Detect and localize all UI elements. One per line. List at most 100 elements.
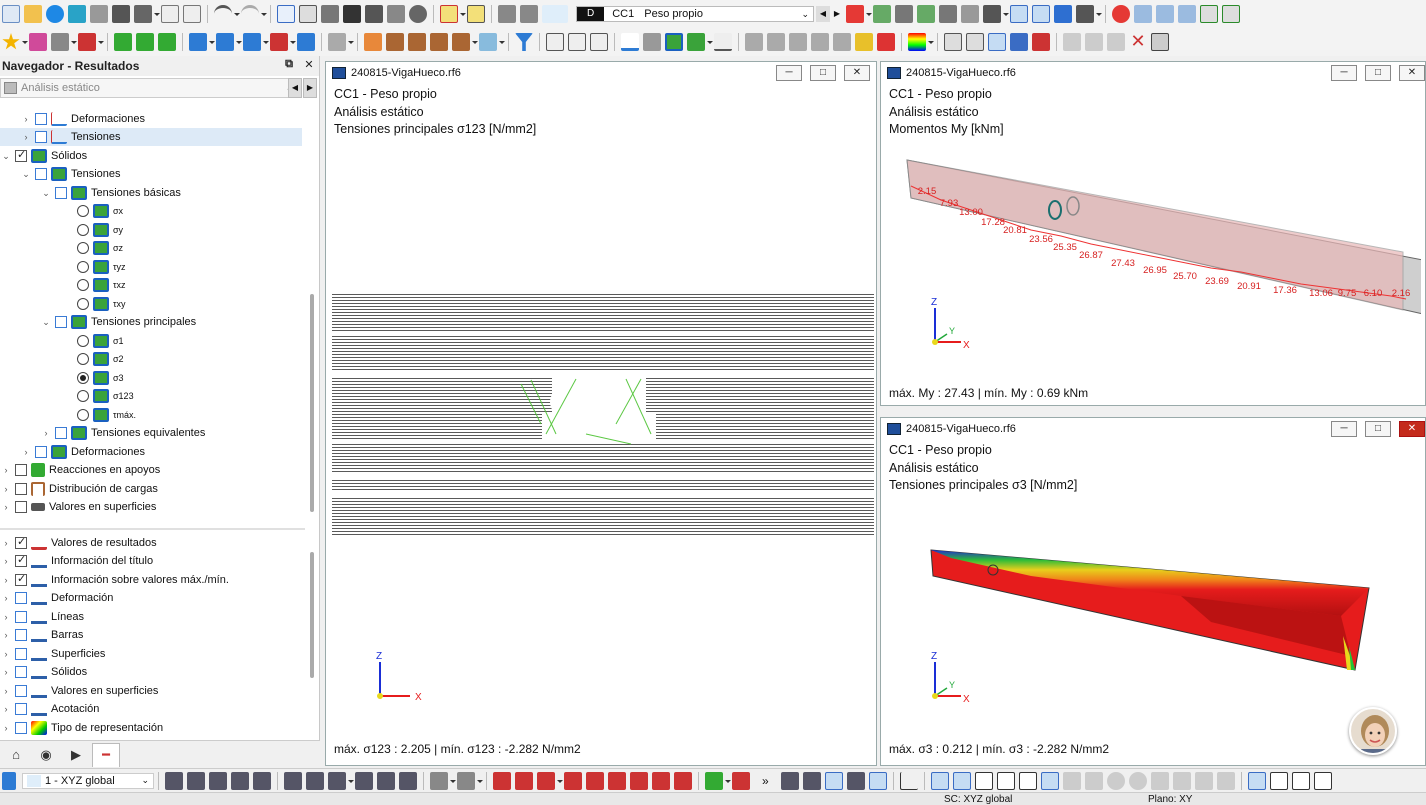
data-tab-icon[interactable]: ⌂ [2, 743, 30, 767]
mesh-icon[interactable] [944, 33, 962, 51]
frame-icon[interactable] [386, 33, 404, 51]
close-button[interactable]: ✕ [1399, 421, 1425, 437]
osnap-3-icon[interactable] [974, 771, 993, 790]
view-combo[interactable]: 1 - XYZ global ⌄ [22, 772, 154, 789]
load-6-icon[interactable] [328, 33, 346, 51]
view-window-s123[interactable]: 240815-VigaHueco.rf6 ─ □ ✕ CC1 - Peso pr… [325, 61, 877, 766]
xyz-icon[interactable] [895, 5, 913, 23]
display-item-valores-resultados[interactable]: › Valores de resultados [0, 534, 157, 552]
line-5-icon[interactable] [586, 771, 604, 790]
values-icon[interactable] [467, 5, 485, 23]
view-window-s3[interactable]: 240815-VigaHueco.rf6 ─ □ ✕ CC1 - Peso pr… [880, 417, 1426, 766]
osnap-8-icon[interactable] [1084, 771, 1103, 790]
display-item-solidos[interactable]: › Sólidos [0, 663, 87, 681]
result-4-icon[interactable] [811, 33, 829, 51]
tree-item-deformaciones[interactable]: › Deformaciones [0, 110, 145, 128]
checkbox[interactable] [15, 685, 27, 697]
views-tab-icon[interactable]: ▶ [62, 743, 90, 767]
chevron-right-icon[interactable]: › [40, 428, 52, 438]
undo-icon[interactable] [214, 5, 232, 23]
tree-item-tensiones-equivalentes[interactable]: › Tensiones equivalentes [0, 424, 205, 442]
grid-view-icon[interactable] [299, 5, 317, 23]
analysis-combo[interactable]: Análisis estático ⌄ [0, 78, 300, 98]
cube-front-icon[interactable] [1156, 5, 1174, 23]
tree-item-s2[interactable]: σ2 [0, 350, 124, 368]
results-icon[interactable] [387, 5, 405, 23]
chevron-down-icon[interactable]: ⌄ [797, 9, 813, 20]
document-icon[interactable] [183, 5, 201, 23]
tree-item-sx[interactable]: σx [0, 202, 123, 220]
deformation-icon[interactable] [621, 33, 639, 51]
grid-5-icon[interactable] [868, 771, 887, 790]
result-7-icon[interactable] [877, 33, 895, 51]
stress-icon[interactable] [873, 5, 891, 23]
draw-1-icon[interactable] [430, 771, 448, 790]
x-icon[interactable]: ✕ [1129, 32, 1147, 51]
line-1-icon[interactable] [493, 771, 511, 790]
snap-6-icon[interactable] [284, 771, 302, 790]
snap-8-icon[interactable] [328, 771, 346, 790]
osnap-10-icon[interactable] [1128, 771, 1147, 790]
tree-item-tensiones-basicas[interactable]: ⌄ Tensiones básicas [0, 184, 181, 202]
model-icon[interactable] [68, 5, 86, 23]
open-folder-icon[interactable] [24, 5, 42, 23]
line-3-icon[interactable] [537, 771, 555, 790]
tree-item-solid-deformaciones[interactable]: › Deformaciones [0, 443, 145, 461]
result-1-icon[interactable] [745, 33, 763, 51]
chevron-down-icon[interactable]: ⌄ [40, 317, 52, 328]
print-icon[interactable] [134, 5, 152, 23]
cube-iso-icon[interactable] [1178, 5, 1196, 23]
bridge-icon[interactable] [1076, 5, 1094, 23]
checkbox[interactable] [35, 113, 47, 125]
close-button[interactable]: ✕ [844, 65, 870, 81]
maximize-button[interactable]: □ [1365, 421, 1391, 437]
diagram-icon[interactable] [440, 5, 458, 23]
snap-9-icon[interactable] [355, 771, 373, 790]
camera-icon[interactable] [1151, 33, 1169, 51]
pin-icon[interactable]: ⧉ [282, 58, 296, 72]
section-2-icon[interactable] [568, 33, 586, 51]
checkbox[interactable] [15, 703, 27, 715]
eye-icon[interactable] [1010, 5, 1028, 23]
cube-icon[interactable] [1134, 5, 1152, 23]
osnap-5-icon[interactable] [1018, 771, 1037, 790]
close-red-icon[interactable] [1112, 5, 1130, 23]
chevron-right-icon[interactable]: › [0, 667, 12, 677]
radio[interactable] [77, 335, 89, 347]
osnap-11-icon[interactable] [1150, 771, 1169, 790]
redo-icon[interactable] [241, 5, 259, 23]
view-window-my[interactable]: 240815-VigaHueco.rf6 ─ □ ✕ CC1 - Peso pr… [880, 61, 1426, 406]
osnap-17-icon[interactable] [1291, 771, 1310, 790]
checkbox[interactable] [55, 187, 67, 199]
load-3-icon[interactable] [243, 33, 261, 51]
color-scale-icon[interactable] [908, 33, 926, 51]
tree-item-solidos[interactable]: ⌄ Sólidos [0, 147, 87, 165]
checkbox[interactable] [15, 535, 27, 549]
ortho-icon[interactable] [899, 771, 918, 790]
tree-item-solid-tensiones[interactable]: ⌄ Tensiones [0, 165, 121, 183]
select-icon[interactable] [705, 771, 723, 790]
support-2-icon[interactable] [136, 33, 154, 51]
checkbox[interactable] [15, 666, 27, 678]
chevron-right-icon[interactable]: › [0, 630, 12, 640]
assistant-avatar[interactable] [1349, 707, 1397, 755]
checkbox[interactable] [15, 611, 27, 623]
solid-active-icon[interactable] [665, 33, 683, 51]
globe-icon[interactable] [409, 5, 427, 23]
snap-7-icon[interactable] [306, 771, 324, 790]
line-2-icon[interactable] [515, 771, 533, 790]
results-tab-icon[interactable]: ━ [92, 742, 120, 767]
chevron-right-icon[interactable]: › [20, 447, 32, 457]
grid-4-icon[interactable] [846, 771, 865, 790]
window-titlebar[interactable]: 240815-VigaHueco.rf6 ─ □ ✕ [881, 418, 1425, 440]
tree-item-sz[interactable]: σz [0, 239, 123, 257]
snap-5-icon[interactable] [253, 771, 271, 790]
chevron-right-icon[interactable]: › [0, 723, 12, 733]
chevron-right-icon[interactable]: › [0, 502, 12, 512]
save-icon[interactable] [112, 5, 130, 23]
checkbox[interactable] [15, 648, 27, 660]
maximize-button[interactable]: □ [810, 65, 836, 81]
tree-item-distribucion[interactable]: › Distribución de cargas [0, 480, 158, 498]
radio[interactable] [77, 390, 89, 402]
solid-2-icon[interactable] [687, 33, 705, 51]
